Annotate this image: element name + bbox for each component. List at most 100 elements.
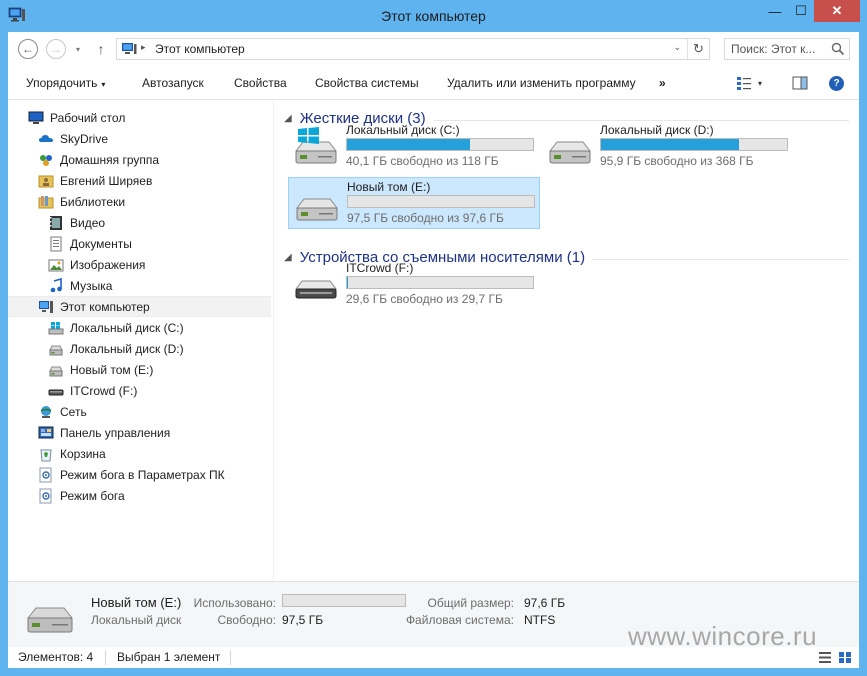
up-arrow-icon: ↑	[97, 41, 105, 57]
properties-button[interactable]: Свойства	[234, 76, 287, 90]
drive-free-space: 95,9 ГБ свободно из 368 ГБ	[600, 154, 754, 168]
back-button[interactable]: ←	[18, 39, 38, 59]
system-drive-icon	[292, 125, 340, 169]
sidebar-item[interactable]: SkyDrive	[8, 128, 271, 149]
sidebar-item[interactable]: Евгений Ширяев	[8, 170, 271, 191]
sidebar-item-label: SkyDrive	[60, 131, 109, 146]
refresh-button[interactable]: ↻	[687, 39, 709, 59]
autoplay-button[interactable]: Автозапуск	[142, 76, 204, 90]
drive-usage-bar	[346, 138, 534, 151]
sidebar-item-label: Панель управления	[60, 425, 171, 440]
help-button[interactable]: ?	[829, 74, 844, 92]
search-box[interactable]	[724, 38, 850, 60]
sidebar-item[interactable]: Панель управления	[8, 422, 271, 443]
sidebar-item[interactable]: ITCrowd (F:)	[8, 380, 271, 401]
sidebar-item-label: ITCrowd (F:)	[70, 383, 138, 398]
title-bar[interactable]: Этот компьютер — ☐ ✕	[0, 0, 867, 32]
computer-icon	[38, 299, 54, 315]
drive-free-space: 97,5 ГБ свободно из 97,6 ГБ	[347, 211, 504, 225]
drive-usage-bar	[600, 138, 788, 151]
drive-tile[interactable]: Локальный диск (D:) 95,9 ГБ свободно из 3…	[542, 121, 794, 173]
system-properties-button[interactable]: Свойства системы	[315, 76, 419, 90]
selection-count: Выбран 1 элемент	[117, 650, 221, 664]
total-size-label: Общий размер:	[427, 596, 514, 610]
sidebar-item-label: Музыка	[70, 278, 113, 293]
watermark: www.wincore.ru	[628, 621, 818, 651]
details-item-name: Новый том (E:)	[91, 595, 182, 610]
sidebar-item[interactable]: Сеть	[8, 401, 271, 422]
up-button[interactable]: ↑	[94, 39, 108, 59]
help-icon: ?	[829, 75, 844, 91]
group-divider	[592, 259, 849, 260]
sidebar-item[interactable]: Рабочий стол	[8, 107, 271, 128]
total-size-value: 97,6 ГБ	[524, 596, 566, 610]
sidebar-item-label: Режим бога в Параметрах ПК	[60, 467, 225, 482]
godmode-icon	[38, 467, 54, 483]
drive-name: Локальный диск (C:)	[346, 123, 460, 137]
sidebar-item[interactable]: Музыка	[8, 275, 271, 296]
sidebar-item[interactable]: Локальный диск (D:)	[8, 338, 271, 359]
sidebar-item[interactable]: Изображения	[8, 254, 271, 275]
breadcrumb-chevron-icon[interactable]: ▸	[141, 42, 146, 53]
maximize-button[interactable]: ☐	[788, 0, 814, 22]
computer-icon	[122, 43, 137, 54]
uninstall-program-button[interactable]: Удалить или изменить программу	[447, 76, 636, 90]
address-dropdown-icon[interactable]: ⌄	[673, 42, 681, 53]
used-label: Использовано:	[193, 596, 276, 610]
close-button[interactable]: ✕	[814, 0, 860, 22]
music-icon	[48, 277, 64, 294]
search-input[interactable]	[725, 39, 831, 59]
refresh-icon: ↻	[693, 41, 704, 56]
drive-free-space: 40,1 ГБ свободно из 118 ГБ	[346, 154, 499, 168]
sidebar-item[interactable]: Локальный диск (C:)	[8, 317, 271, 338]
sidebar-item-label: Видео	[70, 215, 106, 230]
status-divider	[105, 650, 106, 665]
sidebar-item-label: Библиотеки	[60, 194, 126, 209]
details-view-icon[interactable]	[818, 651, 832, 664]
control-panel-icon	[38, 425, 54, 441]
skydrive-icon	[38, 131, 54, 147]
sidebar-item[interactable]: Этот компьютер	[8, 296, 271, 317]
window-title: Этот компьютер	[381, 8, 486, 24]
drive-icon	[293, 182, 341, 226]
minimize-button[interactable]: —	[762, 0, 788, 22]
maximize-icon: ☐	[795, 3, 807, 18]
sidebar-item[interactable]: Новый том (E:)	[8, 359, 271, 380]
sidebar-item[interactable]: Домашняя группа	[8, 149, 271, 170]
pictures-icon	[48, 257, 64, 273]
homegroup-icon	[38, 152, 54, 168]
forward-button[interactable]: →	[46, 39, 66, 59]
sidebar-item[interactable]: Документы	[8, 233, 271, 254]
sidebar-item[interactable]: Режим бога в Параметрах ПК	[8, 464, 271, 485]
preview-pane-button[interactable]	[792, 74, 808, 92]
sidebar-item[interactable]: Режим бога	[8, 485, 271, 506]
drive-name: ITCrowd (F:)	[346, 261, 414, 275]
breadcrumb-current[interactable]: Этот компьютер	[155, 42, 245, 56]
navigation-bar: ← → ▾ ↑ ▸ Этот компьютер ⌄ ↻	[8, 32, 859, 66]
more-commands-button[interactable]: »	[659, 76, 666, 90]
address-bar[interactable]: ▸ Этот компьютер ⌄ ↻	[116, 38, 710, 60]
godmode-icon	[38, 488, 54, 504]
explorer-client: ← → ▾ ↑ ▸ Этот компьютер ⌄ ↻ Поиск: Этот…	[8, 32, 859, 668]
large-icons-view-icon[interactable]	[838, 651, 852, 664]
drive-icon	[48, 362, 64, 378]
drive-usage-fill	[601, 139, 739, 150]
search-icon[interactable]	[831, 42, 845, 56]
navigation-pane: Рабочий стол SkyDrive Домашняя группа Евген…	[8, 101, 273, 581]
recent-locations-button[interactable]: ▾	[72, 39, 84, 59]
libraries-icon	[38, 194, 54, 210]
explorer-window: Этот компьютер — ☐ ✕ ← → ▾ ↑ ▸ Этот комп…	[0, 0, 867, 676]
drive-icon	[546, 125, 594, 169]
drive-tile[interactable]: Новый том (E:) 97,5 ГБ свободно из 97,6 Г…	[288, 177, 540, 229]
sidebar-item-label: Корзина	[60, 446, 106, 461]
sidebar-item-label: Документы	[70, 236, 132, 251]
organize-menu[interactable]: Упорядочить ▾	[26, 76, 105, 90]
drive-tile[interactable]: ITCrowd (F:) 29,6 ГБ свободно из 29,7 ГБ	[288, 259, 540, 311]
sidebar-item[interactable]: Видео	[8, 212, 271, 233]
drive-tile[interactable]: Локальный диск (C:) 40,1 ГБ свободно из 1…	[288, 121, 540, 173]
change-view-button[interactable]: ▾	[736, 74, 762, 92]
sidebar-item[interactable]: Корзина	[8, 443, 271, 464]
sidebar-item[interactable]: Библиотеки	[8, 191, 271, 212]
chevron-down-icon[interactable]: ▾	[758, 79, 762, 88]
status-bar: Элементов: 4 Выбран 1 элемент www.wincor…	[8, 621, 859, 668]
